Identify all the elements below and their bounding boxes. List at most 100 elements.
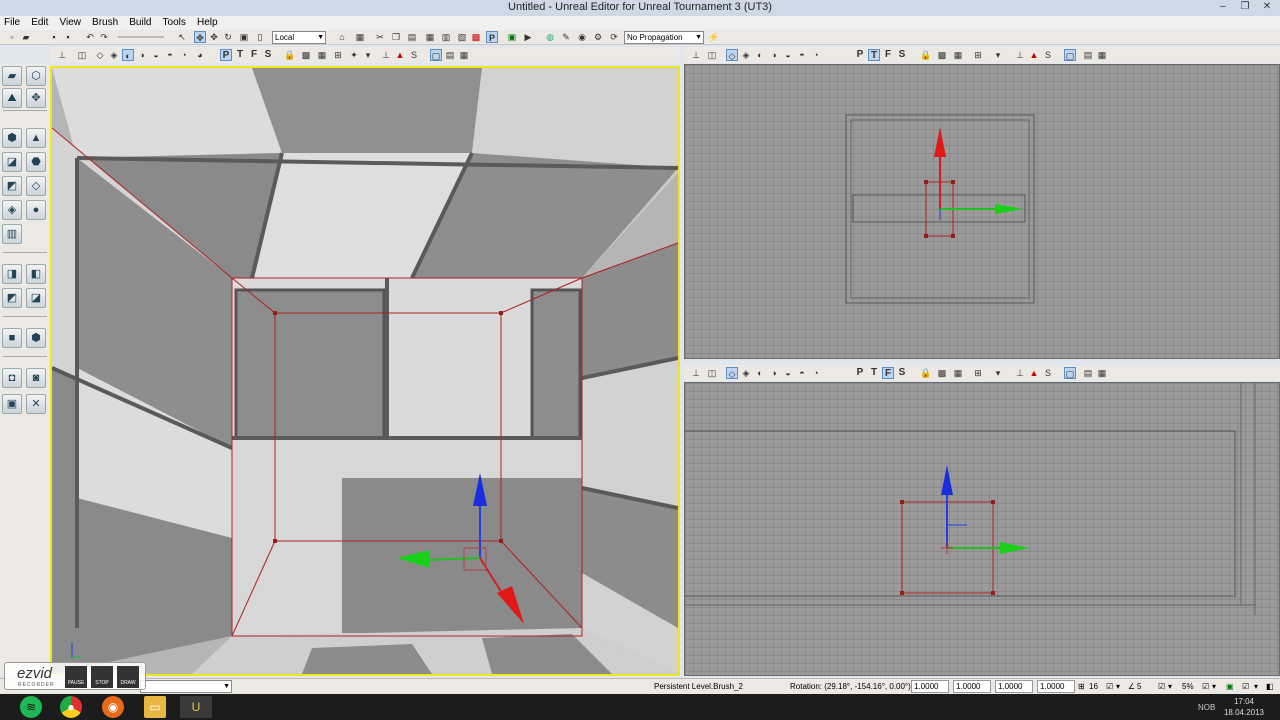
move-icon[interactable]: ✥	[208, 31, 220, 43]
menu-view[interactable]: View	[55, 16, 85, 30]
stop-button[interactable]: STOP	[91, 666, 113, 688]
play-in-editor-icon[interactable]: ▶	[522, 31, 534, 43]
scale-y-field[interactable]: 1.0000	[953, 680, 991, 693]
move-view-icon[interactable]: ⊥	[380, 49, 392, 61]
chevron-down-icon[interactable]: ▾	[1254, 680, 1258, 693]
layout-3-icon[interactable]: ▦	[458, 49, 470, 61]
console-icon[interactable]: ◉	[576, 31, 588, 43]
curved-stair-brush-icon[interactable]: ◪	[2, 152, 22, 172]
perspective-view-button[interactable]: P	[854, 49, 866, 61]
front-view-button[interactable]: F	[882, 49, 894, 61]
firefox-icon[interactable]: ◉	[102, 696, 124, 718]
draw-button[interactable]: DRAW	[117, 666, 139, 688]
menu-tools[interactable]: Tools	[159, 16, 190, 30]
snap-icon[interactable]: S	[1042, 367, 1054, 379]
front-view-button[interactable]: F	[882, 367, 894, 379]
wireframe-icon[interactable]: ◇	[726, 49, 738, 61]
scale-x-field[interactable]: 1.0000	[911, 680, 949, 693]
refresh-icon[interactable]: ⟳	[608, 31, 620, 43]
grid-icon[interactable]: ⊞	[332, 49, 344, 61]
scale-snap-value[interactable]: 5%	[1182, 680, 1194, 693]
save-icon[interactable]: ▪	[48, 31, 60, 43]
texture-density-icon[interactable]: ◕	[194, 49, 206, 61]
volumetric-brush-icon[interactable]: ▥	[2, 224, 22, 244]
linear-stair-brush-icon[interactable]: ◩	[2, 176, 22, 196]
camera-icon[interactable]: ▩	[936, 49, 948, 61]
top-view-button[interactable]: T	[234, 49, 246, 61]
build-geometry-icon[interactable]: ▦	[424, 31, 436, 43]
menu-file[interactable]: File	[0, 16, 24, 30]
world-icon[interactable]: ◍	[544, 31, 556, 43]
redo-icon[interactable]: ↷	[98, 31, 110, 43]
lit-icon[interactable]: ◑	[768, 367, 780, 379]
snap-icon[interactable]: S	[1042, 49, 1054, 61]
perspective-viewport[interactable]	[50, 66, 680, 676]
side-view-button[interactable]: S	[262, 49, 274, 61]
new-icon[interactable]: ▫	[6, 31, 18, 43]
lighting-only-icon[interactable]: ◓	[164, 49, 176, 61]
camera-icon[interactable]: ▩	[300, 49, 312, 61]
wireframe-icon[interactable]: ◇	[94, 49, 106, 61]
detail-lighting-icon[interactable]: ◒	[782, 49, 794, 61]
build-cover-icon[interactable]: ▩	[470, 31, 482, 43]
close-icon[interactable]: ✕	[1256, 0, 1278, 14]
sphere-brush-icon[interactable]: ●	[26, 200, 46, 220]
layout-1-icon[interactable]: ▢	[1064, 49, 1076, 61]
build-paths-icon[interactable]: ▧	[456, 31, 468, 43]
folder-icon[interactable]: ▭	[144, 696, 166, 718]
scale-icon[interactable]: ▣	[238, 31, 250, 43]
record-icon[interactable]: ▲	[394, 49, 406, 61]
show-flags-icon[interactable]: ▦	[952, 49, 964, 61]
record-icon[interactable]: ▲	[1028, 49, 1040, 61]
cone-brush-icon[interactable]: ▲	[26, 128, 46, 148]
scale-all-field[interactable]: 1.0000	[1037, 680, 1075, 693]
wireframe-icon[interactable]: ◇	[726, 367, 738, 379]
geometry-mode-icon[interactable]: ⬡	[26, 66, 46, 86]
play-icon[interactable]: P	[486, 31, 498, 43]
propagation-select[interactable]: No Propagation ▼	[624, 31, 704, 44]
speed-slider[interactable]	[118, 36, 164, 38]
perspective-view-button[interactable]: P	[854, 367, 866, 379]
chrome-icon[interactable]: ●	[60, 696, 82, 718]
undo-icon[interactable]: ↶	[84, 31, 96, 43]
translate-mode-icon[interactable]: ✥	[26, 88, 46, 108]
rotate-icon[interactable]: ↻	[222, 31, 234, 43]
move-view-icon[interactable]: ⊥	[1014, 49, 1026, 61]
rotation-snap-checkbox[interactable]: ☑	[1158, 680, 1165, 693]
light-complexity-icon[interactable]: ◔	[810, 49, 822, 61]
chevron-down-icon[interactable]: ▾	[992, 49, 1004, 61]
system-clock[interactable]: 17:04 18.04.2013	[1224, 696, 1264, 718]
top-viewport[interactable]	[684, 64, 1280, 359]
layout-2-icon[interactable]: ▤	[1082, 367, 1094, 379]
chevron-down-icon[interactable]: ▾	[1116, 680, 1120, 693]
chevron-down-icon[interactable]: ▾	[1212, 680, 1216, 693]
detail-lighting-icon[interactable]: ◒	[150, 49, 162, 61]
grid-icon[interactable]: ⊞	[972, 49, 984, 61]
chevron-down-icon[interactable]: ▾	[362, 49, 374, 61]
lighting-only-icon[interactable]: ◓	[796, 367, 808, 379]
front-viewport[interactable]	[684, 382, 1280, 676]
cylinder-brush-icon[interactable]: ⬣	[26, 152, 46, 172]
csg-intersect-icon[interactable]: ◩	[2, 288, 22, 308]
top-view-button[interactable]: T	[868, 49, 880, 61]
move-view-icon[interactable]: ⊥	[1014, 367, 1026, 379]
copy-icon[interactable]: ❐	[390, 31, 402, 43]
build-lighting-icon[interactable]: ▥	[440, 31, 452, 43]
cut-icon[interactable]: ✂	[374, 31, 386, 43]
game-view-icon[interactable]: ✦	[348, 49, 360, 61]
coord-system-select[interactable]: Local ▼	[272, 31, 326, 44]
snap-icon[interactable]: S	[408, 49, 420, 61]
top-view-button[interactable]: T	[868, 367, 880, 379]
unlit-icon[interactable]: ◐	[122, 49, 134, 61]
realtime-icon[interactable]: ◫	[76, 49, 88, 61]
spiral-stair-brush-icon[interactable]: ◈	[2, 200, 22, 220]
minimize-icon[interactable]: –	[1212, 0, 1234, 14]
sheet-brush-icon[interactable]: ◇	[26, 176, 46, 196]
nonuniform-scale-icon[interactable]: ▯	[254, 31, 266, 43]
scale-z-field[interactable]: 1.0000	[995, 680, 1033, 693]
realtime-icon[interactable]: ◫	[706, 49, 718, 61]
layout-2-icon[interactable]: ▤	[444, 49, 456, 61]
pause-button[interactable]: PAUSE	[65, 666, 87, 688]
rotation-snap-icon[interactable]: ∠	[1128, 680, 1135, 693]
lock-icon[interactable]: 🔒	[920, 49, 932, 61]
